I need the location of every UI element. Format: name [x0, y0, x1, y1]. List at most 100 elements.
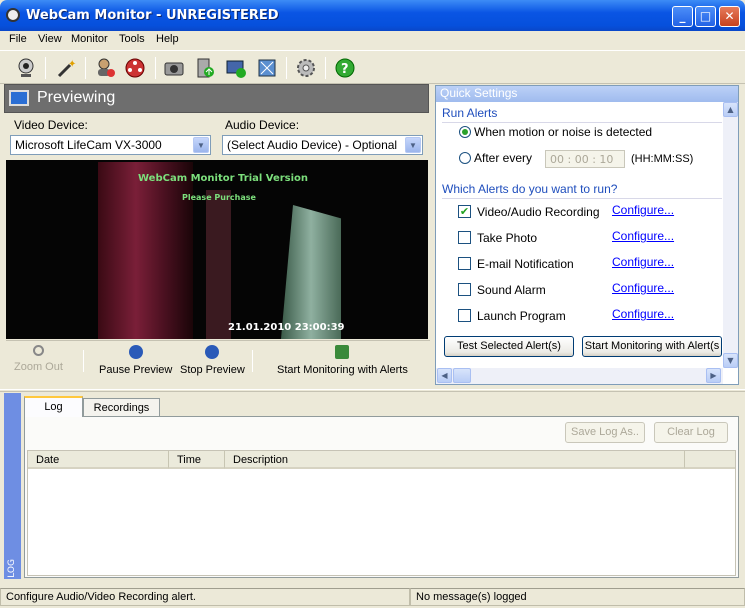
- scroll-down-icon[interactable]: ▼: [723, 353, 738, 368]
- log-side-tab[interactable]: LOG: [4, 393, 21, 579]
- monitor-start-icon: [335, 345, 350, 359]
- log-table: Date Time Description: [27, 450, 736, 576]
- svg-text:✦: ✦: [68, 59, 76, 70]
- scroll-thumb[interactable]: [453, 368, 471, 383]
- quick-settings-panel: Quick Settings Run Alerts When motion or…: [435, 85, 739, 385]
- zoom-out-button[interactable]: Zoom Out: [14, 345, 63, 373]
- scroll-right-icon[interactable]: ▶: [706, 368, 721, 383]
- video-preview: WebCam Monitor Trial Version Please Purc…: [6, 160, 428, 339]
- column-header-description[interactable]: Description: [225, 451, 685, 469]
- wizard-icon[interactable]: ✦: [52, 54, 80, 82]
- audio-device-select[interactable]: (Select Audio Device) - Optional ▼: [222, 135, 423, 155]
- column-header-time[interactable]: Time: [169, 451, 225, 469]
- user-settings-icon[interactable]: [92, 54, 120, 82]
- video-door-light: [281, 205, 341, 339]
- configure-program-link[interactable]: Configure...: [612, 307, 674, 321]
- chevron-down-icon[interactable]: ▼: [193, 137, 209, 153]
- splitter[interactable]: [0, 389, 745, 392]
- tab-log[interactable]: Log: [24, 396, 83, 417]
- video-device-select[interactable]: Microsoft LifeCam VX-3000 ▼: [10, 135, 211, 155]
- interval-format: (HH:MM:SS): [631, 153, 694, 165]
- preview-header: Previewing: [4, 84, 429, 113]
- motion-radio[interactable]: [459, 126, 471, 138]
- interval-value: 00 : 00 : 10: [550, 153, 614, 166]
- configure-photo-link[interactable]: Configure...: [612, 229, 674, 243]
- vertical-scrollbar[interactable]: ▲ ▼: [723, 102, 738, 368]
- video-overlay-title: WebCam Monitor Trial Version: [138, 173, 309, 184]
- stop-preview-label: Stop Preview: [180, 364, 245, 376]
- menu-monitor[interactable]: Monitor: [71, 33, 108, 45]
- upload-icon[interactable]: [191, 54, 219, 82]
- run-alerts-heading: Run Alerts: [442, 106, 498, 120]
- interval-stepper[interactable]: 00 : 00 : 10: [545, 150, 625, 168]
- window-title: WebCam Monitor - UNREGISTERED: [26, 8, 279, 23]
- stop-icon: [205, 345, 220, 359]
- configure-recording-link[interactable]: Configure...: [612, 203, 674, 217]
- pause-preview-label: Pause Preview: [99, 364, 173, 376]
- start-monitoring-label: Start Monitoring with Alerts: [277, 364, 408, 376]
- alert-checkbox-photo[interactable]: [458, 231, 471, 244]
- start-monitoring-with-alerts-button[interactable]: Start Monitoring with Alert(s: [582, 336, 722, 357]
- alert-checkbox-email[interactable]: [458, 257, 471, 270]
- camera-icon[interactable]: [160, 54, 188, 82]
- alert-checkbox-alarm[interactable]: [458, 283, 471, 296]
- video-overlay-subtitle: Please Purchase: [182, 193, 256, 202]
- toolbar: ✦ ?: [0, 50, 745, 84]
- clear-log-button[interactable]: Clear Log: [654, 422, 728, 443]
- menu-bar: File View Monitor Tools Help: [0, 31, 745, 49]
- configure-alarm-link[interactable]: Configure...: [612, 281, 674, 295]
- after-every-radio[interactable]: [459, 152, 471, 164]
- video-device-label: Video Device:: [14, 118, 88, 132]
- audio-device-value: (Select Audio Device) - Optional: [227, 138, 398, 152]
- start-monitoring-alerts-button[interactable]: Start Monitoring with Alerts: [277, 345, 408, 376]
- alert-label-program: Launch Program: [477, 309, 566, 323]
- network-icon[interactable]: [253, 54, 281, 82]
- menu-view[interactable]: View: [38, 33, 62, 45]
- video-timestamp: 21.01.2010 23:00:39: [228, 322, 345, 333]
- webcam-icon[interactable]: [12, 54, 40, 82]
- menu-file[interactable]: File: [9, 33, 27, 45]
- horizontal-scrollbar[interactable]: ◀ ▶: [436, 368, 723, 384]
- column-header-date[interactable]: Date: [28, 451, 169, 469]
- close-button[interactable]: ✕: [719, 6, 740, 27]
- preview-title: Previewing: [37, 89, 116, 106]
- maximize-button[interactable]: □: [695, 6, 716, 27]
- svg-text:?: ?: [341, 62, 349, 77]
- tab-recordings[interactable]: Recordings: [83, 398, 160, 418]
- video-curtain: [98, 162, 193, 339]
- chevron-down-icon[interactable]: ▼: [405, 137, 421, 153]
- magnifier-icon: [32, 345, 44, 356]
- quick-settings-title: Quick Settings: [436, 86, 738, 102]
- configure-email-link[interactable]: Configure...: [612, 255, 674, 269]
- audio-device-label: Audio Device:: [225, 118, 300, 132]
- alert-label-alarm: Sound Alarm: [477, 283, 546, 297]
- save-log-button[interactable]: Save Log As..: [565, 422, 645, 443]
- pause-preview-button[interactable]: Pause Preview: [99, 345, 172, 376]
- status-message: Configure Audio/Video Recording alert.: [0, 588, 410, 606]
- film-reel-icon[interactable]: [121, 54, 149, 82]
- scroll-left-icon[interactable]: ◀: [437, 368, 452, 383]
- menu-tools[interactable]: Tools: [119, 33, 145, 45]
- webcam-app-icon: [6, 8, 20, 22]
- gear-icon[interactable]: [292, 54, 320, 82]
- help-icon[interactable]: ?: [331, 54, 359, 82]
- video-device-value: Microsoft LifeCam VX-3000: [15, 138, 162, 152]
- alert-checkbox-recording[interactable]: ✔: [458, 205, 471, 218]
- minimize-button[interactable]: _: [672, 6, 693, 27]
- log-side-label: LOG: [7, 559, 17, 578]
- title-bar[interactable]: WebCam Monitor - UNREGISTERED _ □ ✕: [0, 0, 745, 32]
- status-log-count: No message(s) logged: [410, 588, 745, 606]
- scroll-up-icon[interactable]: ▲: [723, 102, 738, 117]
- alert-label-photo: Take Photo: [477, 231, 538, 245]
- after-every-label: After every: [474, 151, 533, 165]
- menu-help[interactable]: Help: [156, 33, 179, 45]
- monitor-icon: [9, 90, 29, 106]
- alert-checkbox-program[interactable]: [458, 309, 471, 322]
- alert-label-email: E-mail Notification: [477, 257, 574, 271]
- stop-preview-button[interactable]: Stop Preview: [180, 345, 245, 376]
- which-alerts-heading: Which Alerts do you want to run?: [442, 182, 618, 196]
- test-selected-alerts-button[interactable]: Test Selected Alert(s): [444, 336, 574, 357]
- log-panel: Save Log As.. Clear Log Date Time Descri…: [24, 416, 739, 578]
- email-icon[interactable]: [222, 54, 250, 82]
- zoom-out-label: Zoom Out: [14, 361, 63, 373]
